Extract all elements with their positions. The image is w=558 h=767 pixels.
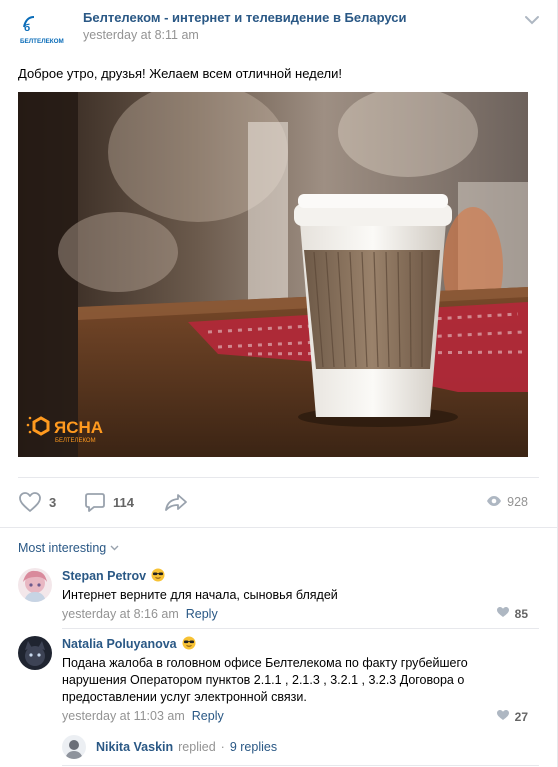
reply-button[interactable]: Reply bbox=[186, 607, 218, 621]
sunglasses-emoji bbox=[151, 568, 165, 585]
beltelecom-logo[interactable]: б БЕЛТЕЛЕКОМ bbox=[18, 13, 64, 49]
comment-item: Stepan Petrov Интернет верните для начал… bbox=[18, 568, 528, 624]
comment-item: Natalia Poluyanova Подана жалоба в голов… bbox=[18, 636, 528, 728]
comment-like-count: 27 bbox=[514, 709, 528, 724]
views-count: 928 bbox=[507, 495, 528, 509]
comment-author[interactable]: Natalia Poluyanova bbox=[62, 636, 528, 652]
like-button[interactable]: 3 bbox=[18, 488, 56, 516]
comment-body: Stepan Petrov Интернет верните для начал… bbox=[62, 568, 528, 623]
svg-text:б: б bbox=[24, 22, 30, 34]
comment-like-count: 85 bbox=[514, 606, 528, 621]
comment-body: Natalia Poluyanova Подана жалоба в голов… bbox=[62, 636, 528, 725]
reply-button[interactable]: Reply bbox=[192, 709, 224, 723]
post-time[interactable]: yesterday at 8:11 am bbox=[83, 28, 199, 42]
heart-small-icon bbox=[496, 709, 510, 724]
post-actions: 3 114 928 bbox=[18, 488, 528, 516]
comment-meta: yesterday at 11:03 am Reply bbox=[62, 707, 528, 725]
comment-text: Подана жалоба в головном офисе Белтелеко… bbox=[62, 656, 468, 704]
comment-time[interactable]: yesterday at 11:03 am bbox=[62, 709, 185, 723]
thread-replies-count[interactable]: 9 replies bbox=[230, 740, 277, 754]
thread-replied-label: replied bbox=[178, 740, 216, 754]
post-owner-link[interactable]: Белтелеком - интернет и телевидение в Бе… bbox=[83, 10, 407, 25]
comment-like-button[interactable]: 27 bbox=[496, 709, 528, 724]
comment-like-button[interactable]: 85 bbox=[496, 606, 528, 621]
svg-text:БЕЛТЕЛЕКОМ: БЕЛТЕЛЕКОМ bbox=[20, 38, 64, 45]
divider bbox=[62, 765, 539, 766]
comment-text: Интернет верните для начала, сыновья бля… bbox=[62, 588, 338, 602]
share-icon bbox=[164, 491, 188, 513]
divider bbox=[18, 477, 539, 478]
post-text: Доброе утро, друзья! Желаем всем отлично… bbox=[18, 66, 342, 81]
comments-sort-dropdown[interactable]: Most interesting bbox=[18, 541, 119, 555]
heart-small-icon bbox=[496, 606, 510, 621]
comment-time[interactable]: yesterday at 8:16 am bbox=[62, 607, 179, 621]
post-card: б БЕЛТЕЛЕКОМ Белтелеком - интернет и тел… bbox=[0, 0, 558, 767]
svg-text:ЯСНА: ЯСНА bbox=[54, 418, 103, 437]
replies-thread-link[interactable]: Nikita Vaskin replied · 9 replies bbox=[62, 735, 528, 759]
sunglasses-emoji bbox=[182, 636, 196, 653]
comment-icon bbox=[84, 491, 106, 513]
comment-meta: yesterday at 8:16 am Reply bbox=[62, 605, 528, 623]
chevron-down-icon[interactable] bbox=[524, 13, 540, 25]
like-count: 3 bbox=[49, 494, 57, 510]
eye-icon bbox=[486, 495, 502, 510]
share-button[interactable] bbox=[164, 488, 188, 516]
comment-author-name[interactable]: Stepan Petrov bbox=[62, 569, 146, 583]
thread-separator: · bbox=[220, 740, 225, 754]
post-header: б БЕЛТЕЛЕКОМ Белтелеком - интернет и тел… bbox=[18, 8, 540, 48]
chevron-down-icon bbox=[110, 545, 119, 551]
heart-icon bbox=[18, 491, 42, 513]
thread-author[interactable]: Nikita Vaskin bbox=[96, 740, 173, 754]
comment-author-name[interactable]: Natalia Poluyanova bbox=[62, 637, 177, 651]
avatar[interactable] bbox=[62, 735, 86, 759]
comment-button[interactable]: 114 bbox=[84, 488, 134, 516]
avatar[interactable] bbox=[18, 636, 52, 670]
svg-text:БЕЛТЕЛЕКОМ: БЕЛТЕЛЕКОМ bbox=[55, 438, 96, 444]
avatar[interactable] bbox=[18, 568, 52, 602]
divider bbox=[62, 628, 539, 629]
sort-label: Most interesting bbox=[18, 541, 107, 555]
divider bbox=[0, 527, 557, 528]
comment-count: 114 bbox=[113, 494, 134, 510]
post-photo[interactable]: ЯСНА БЕЛТЕЛЕКОМ bbox=[18, 92, 528, 457]
views-counter: 928 bbox=[486, 488, 528, 516]
comment-author[interactable]: Stepan Petrov bbox=[62, 568, 528, 584]
